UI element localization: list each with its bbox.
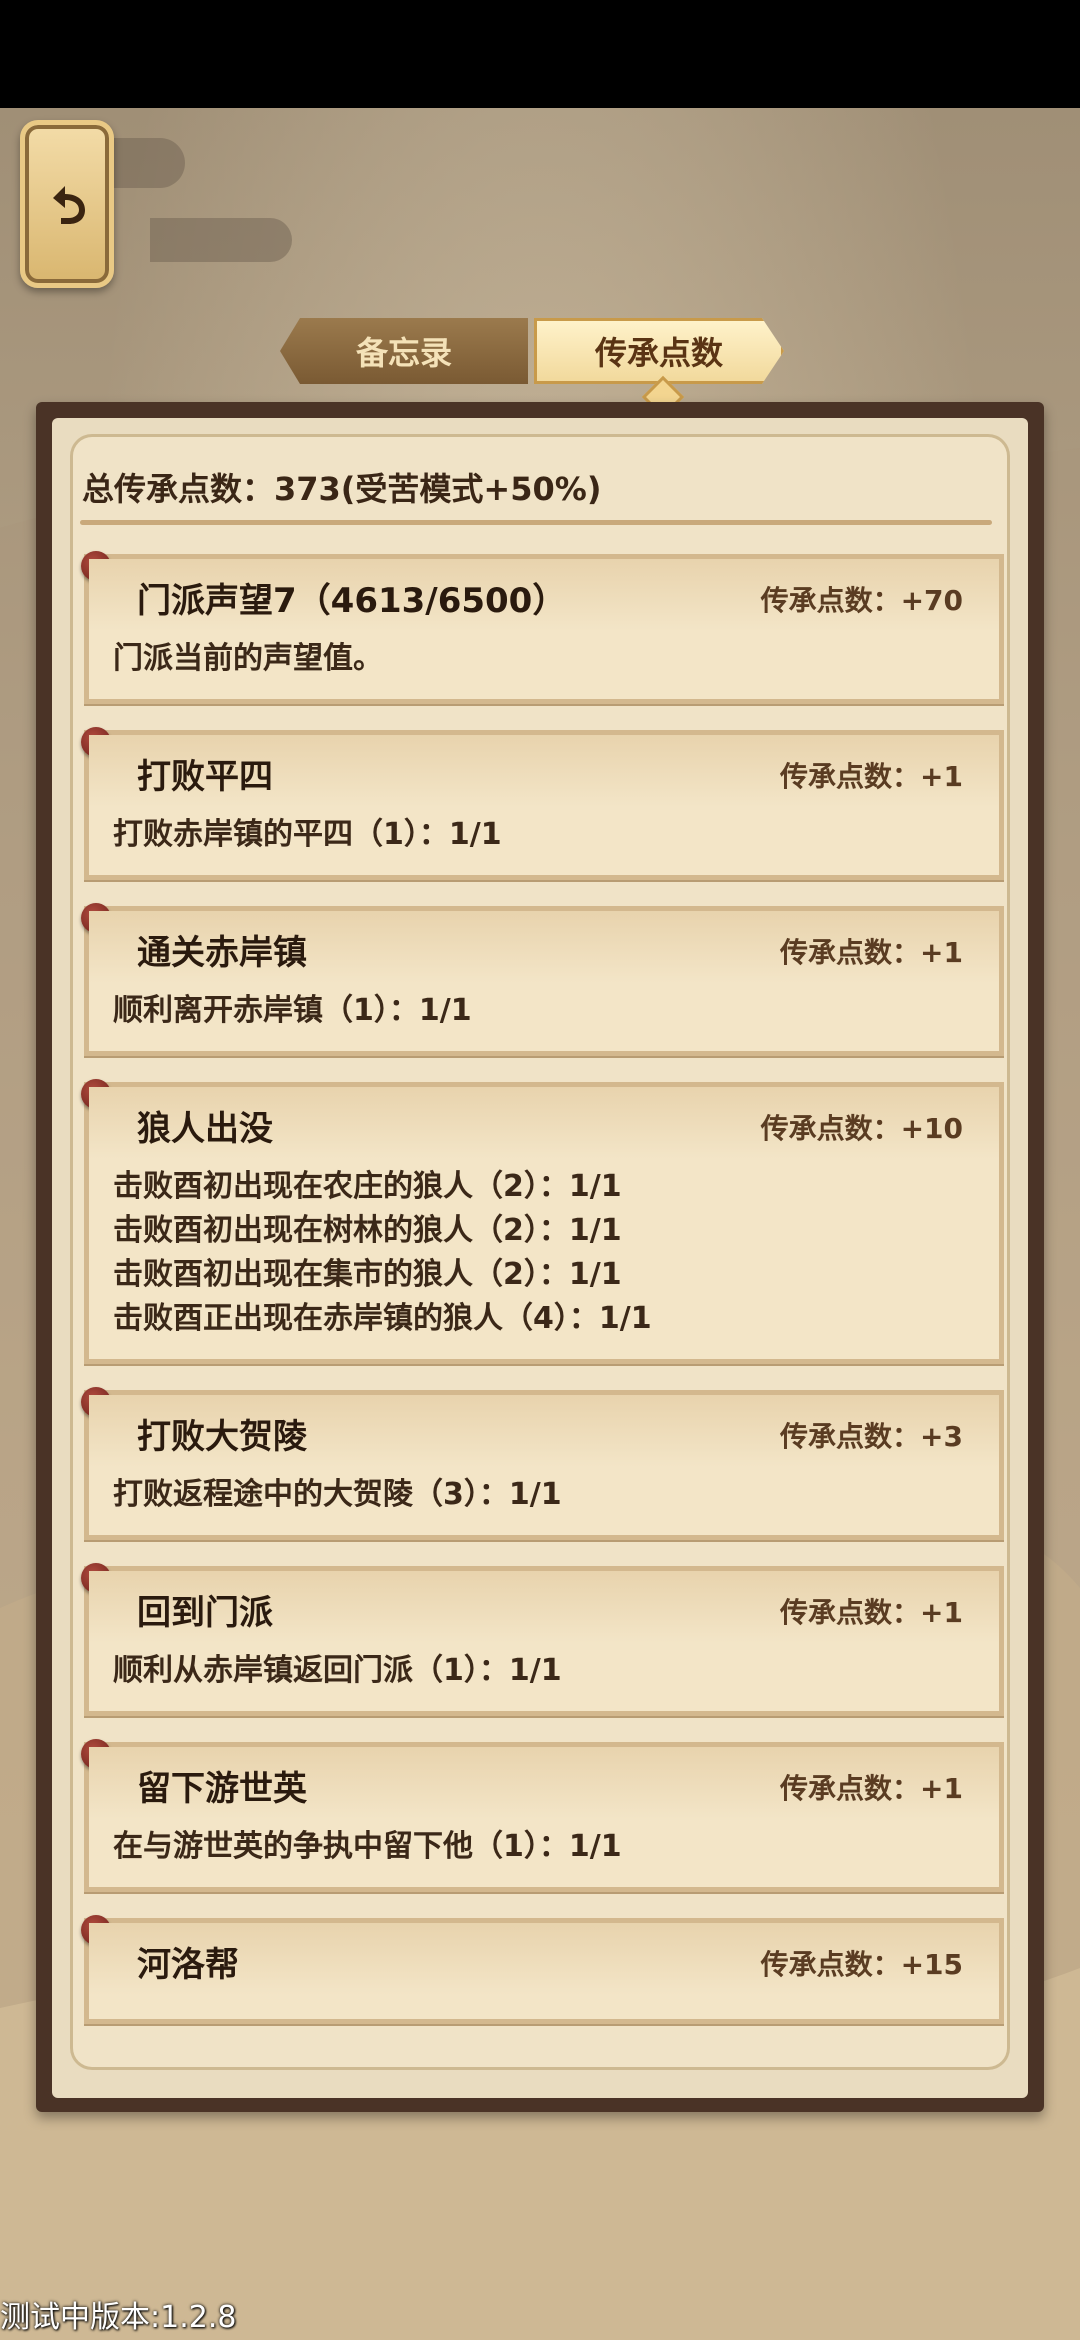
back-button[interactable] bbox=[20, 120, 114, 288]
entry-line: 门派当前的声望值。 bbox=[113, 641, 383, 676]
entry-points: 传承点数：+15 bbox=[760, 1948, 963, 1981]
achievement-entry: 留下游世英 传承点数：+1 在与游世英的争执中留下他（1）：1/1 bbox=[81, 1739, 1004, 1892]
achievement-entry: 回到门派 传承点数：+1 顺利从赤岸镇返回门派（1）：1/1 bbox=[81, 1563, 1004, 1716]
total-legacy-points: 总传承点数：373(受苦模式+50%) bbox=[82, 470, 602, 508]
achievement-list[interactable]: 门派声望7（4613/6500） 传承点数：+70 门派当前的声望值。 打败平四… bbox=[70, 551, 1010, 2050]
legacy-points-panel[interactable]: 总传承点数：373(受苦模式+50%) 门派声望7（4613/6500） 传承点… bbox=[70, 434, 1010, 2070]
tab-memo-label: 备忘录 bbox=[355, 334, 452, 372]
entry-title: 狼人出没 bbox=[137, 1109, 273, 1149]
entry-title: 通关赤岸镇 bbox=[137, 933, 307, 973]
back-arrow-icon bbox=[53, 186, 85, 224]
entry-line: 顺利从赤岸镇返回门派（1）：1/1 bbox=[113, 1653, 562, 1688]
entry-line: 打败返程途中的大贺陵（3）：1/1 bbox=[113, 1477, 562, 1512]
entry-line: 击败酉正出现在赤岸镇的狼人（4）：1/1 bbox=[113, 1301, 652, 1336]
entry-title: 门派声望7（4613/6500） bbox=[137, 581, 567, 621]
entry-title: 打败大贺陵 bbox=[137, 1417, 307, 1457]
tab-memo[interactable]: 备忘录 bbox=[280, 318, 528, 384]
achievement-entry: 打败大贺陵 传承点数：+3 打败返程途中的大贺陵（3）：1/1 bbox=[81, 1387, 1004, 1540]
entry-points: 传承点数：+70 bbox=[760, 584, 963, 617]
achievement-entry: 门派声望7（4613/6500） 传承点数：+70 门派当前的声望值。 bbox=[81, 551, 1004, 704]
tab-legacy-points-label: 传承点数 bbox=[594, 334, 723, 372]
entry-title: 河洛帮 bbox=[137, 1945, 239, 1985]
divider bbox=[80, 520, 992, 525]
entry-points: 传承点数：+1 bbox=[780, 760, 963, 793]
achievement-entry: 狼人出没 传承点数：+10 击败酉初出现在农庄的狼人（2）：1/1 击败酉初出现… bbox=[81, 1079, 1004, 1364]
entry-points: 传承点数：+10 bbox=[760, 1112, 963, 1145]
entry-line: 在与游世英的争执中留下他（1）：1/1 bbox=[113, 1829, 622, 1864]
entry-line: 击败酉初出现在树林的狼人（2）：1/1 bbox=[113, 1213, 622, 1248]
entry-line: 击败酉初出现在农庄的狼人（2）：1/1 bbox=[113, 1169, 622, 1204]
entry-points: 传承点数：+3 bbox=[780, 1420, 963, 1453]
entry-points: 传承点数：+1 bbox=[780, 1596, 963, 1629]
entry-title: 留下游世英 bbox=[137, 1769, 307, 1809]
entry-title: 回到门派 bbox=[137, 1593, 273, 1633]
entry-points: 传承点数：+1 bbox=[780, 1772, 963, 1805]
version-label: 测试中版本:1.2.8 bbox=[0, 2300, 237, 2335]
entry-title: 打败平四 bbox=[137, 757, 273, 797]
achievement-entry: 河洛帮 传承点数：+15 bbox=[81, 1915, 1004, 2024]
achievement-entry: 通关赤岸镇 传承点数：+1 顺利离开赤岸镇（1）：1/1 bbox=[81, 903, 1004, 1056]
achievement-entry: 打败平四 传承点数：+1 打败赤岸镇的平四（1）：1/1 bbox=[81, 727, 1004, 880]
entry-line: 顺利离开赤岸镇（1）：1/1 bbox=[113, 993, 472, 1028]
entry-line: 打败赤岸镇的平四（1）：1/1 bbox=[113, 817, 502, 852]
entry-line: 击败酉初出现在集市的狼人（2）：1/1 bbox=[113, 1257, 622, 1292]
entry-points: 传承点数：+1 bbox=[780, 936, 963, 969]
tab-legacy-points[interactable]: 传承点数 bbox=[534, 318, 784, 384]
